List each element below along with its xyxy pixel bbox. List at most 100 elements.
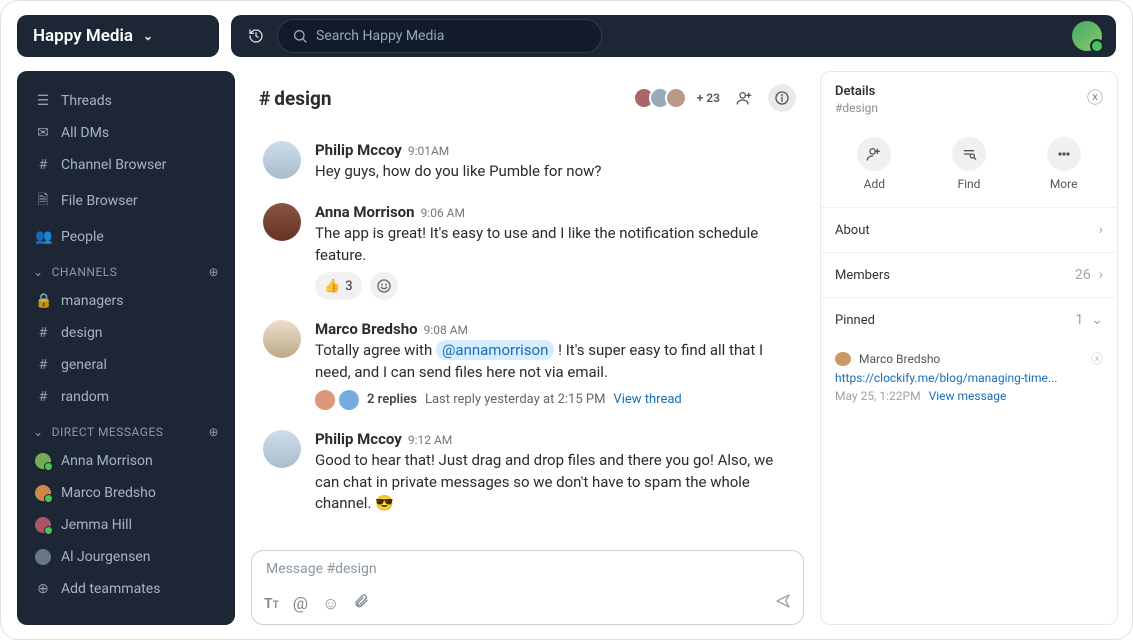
avatar[interactable] — [263, 141, 301, 179]
add-reaction-button[interactable] — [370, 272, 398, 300]
hash-icon: # — [35, 325, 51, 341]
message-author: Philip Mccoy — [315, 430, 402, 448]
info-icon[interactable] — [768, 84, 796, 112]
details-about-row[interactable]: About› — [821, 208, 1117, 253]
channel-design[interactable]: #design — [27, 319, 225, 347]
thumbs-up-icon: 👍 — [324, 279, 340, 294]
channel-managers[interactable]: 🔒managers — [27, 287, 225, 315]
details-subtitle: #design — [835, 101, 878, 115]
member-stack[interactable] — [639, 87, 687, 109]
avatar — [835, 352, 851, 366]
formatting-icon[interactable]: TT — [264, 596, 279, 612]
find-icon — [952, 137, 986, 171]
close-icon[interactable]: ⓧ — [1087, 84, 1103, 108]
more-icon — [1047, 137, 1081, 171]
workspace-name: Happy Media — [33, 26, 133, 46]
composer-input[interactable]: Message #design — [252, 551, 803, 587]
message-list[interactable]: Philip Mccoy 9:01AM Hey guys, how do you … — [245, 125, 810, 550]
search-input[interactable]: Search Happy Media — [277, 19, 602, 53]
channel-name: design — [274, 87, 331, 110]
search-placeholder: Search Happy Media — [316, 28, 444, 44]
caret-down-icon: ⌄ — [33, 425, 44, 439]
channel-header: #design + 23 — [245, 71, 810, 125]
attach-icon[interactable] — [353, 593, 369, 614]
search-icon — [292, 28, 308, 44]
view-message-link[interactable]: View message — [929, 389, 1007, 403]
channel-general[interactable]: #general — [27, 351, 225, 379]
workspace-switcher[interactable]: Happy Media ⌄ — [17, 15, 219, 57]
reaction-thumbs-up[interactable]: 👍3 — [315, 272, 362, 300]
profile-avatar[interactable] — [1072, 21, 1102, 51]
add-dm-icon[interactable]: ⊕ — [208, 425, 219, 439]
message: Anna Morrison9:06 AM The app is great! I… — [249, 193, 806, 311]
add-people-icon[interactable] — [730, 84, 758, 112]
hash-icon: # — [35, 357, 51, 373]
reply-avatar — [339, 390, 359, 410]
avatar[interactable] — [263, 203, 301, 241]
chat-panel: #design + 23 Philip Mccoy 9:01AM — [235, 71, 820, 639]
last-reply-time: Last reply yesterday at 2:15 PM — [425, 392, 605, 407]
sidebar-item-threads[interactable]: ☰Threads — [27, 87, 225, 115]
action-add[interactable]: Add — [857, 137, 891, 191]
dm-al-jourgensen[interactable]: Al Jourgensen — [27, 543, 225, 571]
dm-avatar — [35, 517, 51, 533]
dm-avatar — [35, 549, 51, 565]
add-people-icon — [857, 137, 891, 171]
message-body: Good to hear that! Just drag and drop fi… — [315, 450, 792, 515]
emoji-icon[interactable]: ☺ — [322, 594, 339, 614]
message-time: 9:06 AM — [421, 206, 465, 220]
remove-pin-icon[interactable]: ⓧ — [1091, 350, 1103, 367]
hash-icon: # — [259, 87, 270, 110]
sidebar-item-all-dms[interactable]: ✉All DMs — [27, 119, 225, 147]
sidebar: ☰Threads ✉All DMs #Channel Browser 🗎File… — [17, 71, 235, 625]
message-author: Philip Mccoy — [315, 141, 402, 159]
sidebar-item-file-browser[interactable]: 🗎File Browser — [27, 183, 225, 219]
hash-icon: # — [35, 389, 51, 405]
dm-avatar — [35, 485, 51, 501]
dm-jemma-hill[interactable]: Jemma Hill — [27, 511, 225, 539]
message-composer[interactable]: Message #design TT @ ☺ — [251, 550, 804, 625]
mention-icon[interactable]: @ — [293, 594, 308, 614]
message: Philip Mccoy9:12 AM Good to hear that! J… — [249, 420, 806, 525]
threads-icon: ☰ — [35, 93, 51, 109]
message-body: Hey guys, how do you like Pumble for now… — [315, 161, 602, 183]
channel-random[interactable]: #random — [27, 383, 225, 411]
add-channel-icon[interactable]: ⊕ — [208, 265, 219, 279]
action-find[interactable]: Find — [952, 137, 986, 191]
chevron-right-icon: › — [1099, 222, 1103, 238]
details-title: Details — [835, 84, 878, 99]
channel-browser-icon: # — [35, 157, 51, 173]
channels-section-header[interactable]: ⌄ CHANNELS ⊕ — [27, 255, 225, 283]
pinned-message[interactable]: Marco Bredshoⓧ https://clockify.me/blog/… — [821, 342, 1117, 415]
dm-marco-bredsho[interactable]: Marco Bredsho — [27, 479, 225, 507]
details-members-row[interactable]: Members26› — [821, 253, 1117, 298]
avatar[interactable] — [263, 320, 301, 358]
lock-icon: 🔒 — [35, 293, 51, 309]
reply-avatar — [315, 390, 335, 410]
history-icon[interactable] — [245, 28, 267, 44]
add-teammates[interactable]: ⊕Add teammates — [27, 575, 225, 603]
sidebar-item-channel-browser[interactable]: #Channel Browser — [27, 151, 225, 179]
dms-section-header[interactable]: ⌄ DIRECT MESSAGES ⊕ — [27, 415, 225, 443]
pinned-link[interactable]: https://clockify.me/blog/managing-time..… — [835, 371, 1103, 385]
file-browser-icon: 🗎 — [35, 189, 51, 213]
message-author: Marco Bredsho — [315, 320, 418, 338]
view-thread-link[interactable]: View thread — [613, 392, 681, 407]
sidebar-item-people[interactable]: 👥People — [27, 223, 225, 251]
dm-anna-morrison[interactable]: Anna Morrison — [27, 447, 225, 475]
avatar[interactable] — [263, 430, 301, 468]
message-body: Totally agree with @annamorrison ! It's … — [315, 340, 792, 384]
message-time: 9:01AM — [408, 144, 449, 158]
message: Philip Mccoy 9:01AM Hey guys, how do you … — [249, 131, 806, 193]
mention[interactable]: @annamorrison — [436, 340, 554, 360]
details-panel: Details #design ⓧ Add Find More About› M… — [820, 71, 1118, 625]
action-more[interactable]: More — [1047, 137, 1081, 191]
send-icon[interactable] — [775, 593, 791, 614]
dm-avatar — [35, 453, 51, 469]
details-pinned-row[interactable]: Pinned1⌄ — [821, 298, 1117, 342]
more-members-count[interactable]: + 23 — [697, 91, 720, 105]
caret-down-icon: ⌄ — [33, 265, 44, 279]
message-time: 9:08 AM — [424, 323, 468, 337]
message-body: The app is great! It's easy to use and I… — [315, 223, 792, 267]
dms-icon: ✉ — [35, 125, 51, 141]
